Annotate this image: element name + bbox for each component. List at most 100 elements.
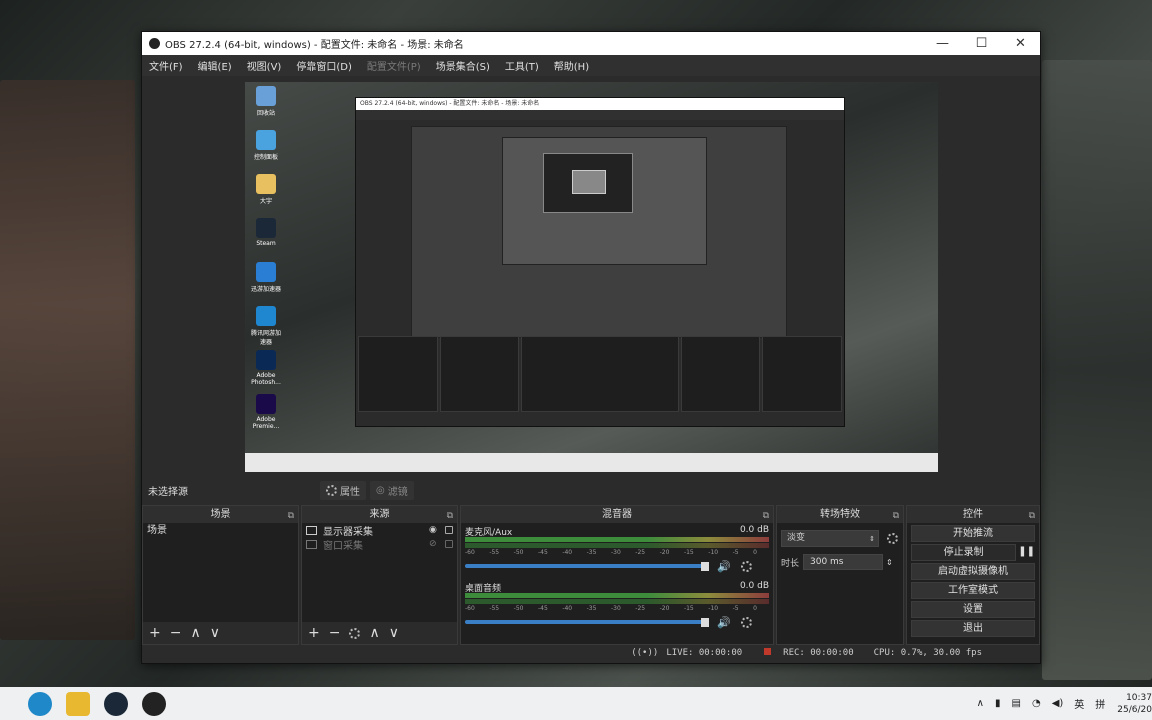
tray-chevron-icon[interactable]: ∧ xyxy=(977,698,984,709)
spin-icon[interactable]: ⇕ xyxy=(886,558,893,567)
tick-label: -50 xyxy=(513,549,524,556)
tick-label: 0 xyxy=(753,549,757,556)
popout-icon[interactable]: ⧉ xyxy=(893,508,899,525)
remove-source-button[interactable]: − xyxy=(329,626,341,640)
desktop-icon-label: 迅游加速器 xyxy=(250,286,281,293)
live-timer: LIVE: 00:00:00 xyxy=(666,648,743,658)
minimize-button[interactable]: — xyxy=(923,36,962,51)
desktop-icon-label: Adobe Photosh... xyxy=(251,372,281,386)
no-source-selected-label: 未选择源 xyxy=(148,486,188,498)
tick-label: -20 xyxy=(659,605,670,612)
tick-label: -45 xyxy=(537,549,548,556)
exit-button[interactable]: 退出 xyxy=(911,620,1035,637)
preview-area[interactable]: 回收站 控制面板 大宇 Steam 迅游加速器 腾讯网游加速器 Adobe Photosh.… xyxy=(142,76,1040,476)
menu-help[interactable]: 帮助(H) xyxy=(554,58,589,73)
move-up-button[interactable]: ∧ xyxy=(369,626,379,640)
menu-view[interactable]: 视图(V) xyxy=(247,58,282,73)
scenes-header: 场景 ⧉ xyxy=(143,506,298,523)
obs-window: OBS 27.2.4 (64-bit, windows) - 配置文件: 未命名… xyxy=(141,31,1041,664)
hidden-icon[interactable]: ⊘ xyxy=(429,539,441,549)
properties-button[interactable]: 属性 xyxy=(320,480,366,500)
close-button[interactable]: ✕ xyxy=(1001,36,1040,51)
tray-wifi-icon[interactable]: ◔ xyxy=(1032,698,1041,709)
add-scene-button[interactable]: + xyxy=(149,626,161,640)
monitor-icon xyxy=(306,525,317,535)
popout-icon[interactable]: ⧉ xyxy=(1029,508,1035,525)
scene-item[interactable]: 场景 xyxy=(143,523,298,538)
source-item[interactable]: 窗口采集 ⊘ xyxy=(302,537,457,552)
tray-mic-icon[interactable]: ▮ xyxy=(995,698,1001,709)
sources-title: 来源 xyxy=(369,509,390,520)
nested-preview-3 xyxy=(543,153,633,213)
tick-label: -20 xyxy=(659,549,670,556)
transition-select[interactable]: 淡变 ⇕ xyxy=(781,529,879,547)
channel-db: 0.0 dB xyxy=(739,581,769,591)
pause-icon[interactable]: ❚❚ xyxy=(1018,546,1035,557)
volume-meter xyxy=(465,543,769,548)
taskbar-edge-icon[interactable] xyxy=(28,691,52,716)
tray-ime-mode[interactable]: 拼 xyxy=(1095,696,1105,711)
taskbar-obs-icon[interactable] xyxy=(142,691,166,716)
menu-tools[interactable]: 工具(T) xyxy=(505,58,539,73)
menu-file[interactable]: 文件(F) xyxy=(149,58,183,73)
source-properties-gear-icon[interactable] xyxy=(349,627,361,639)
tick-label: -25 xyxy=(635,549,646,556)
tray-network-icon[interactable]: ▤ xyxy=(1012,698,1021,709)
tray-clock[interactable]: 10:37 25/6/20 xyxy=(1117,692,1152,716)
lock-icon[interactable] xyxy=(445,526,453,534)
tick-label: -5 xyxy=(732,605,739,612)
taskbar-file-explorer-icon[interactable] xyxy=(66,691,90,716)
channel-name: 麦克风/Aux xyxy=(465,528,513,538)
speaker-icon[interactable]: 🔊 xyxy=(717,616,731,629)
tray-volume-icon[interactable]: ◀) xyxy=(1052,698,1064,709)
source-item[interactable]: 显示器采集 ◉ xyxy=(302,523,457,538)
menu-edit[interactable]: 编辑(E) xyxy=(198,58,232,73)
speaker-icon[interactable]: 🔊 xyxy=(717,560,731,573)
visibility-icon[interactable]: ◉ xyxy=(429,525,441,535)
nested-obs-window: OBS 27.2.4 (64-bit, windows) - 配置文件: 未命名… xyxy=(355,97,845,427)
start-streaming-button[interactable]: 开始推流 xyxy=(911,525,1035,542)
maximize-button[interactable]: ☐ xyxy=(962,36,1001,51)
desktop-icon-label: Adobe Premie... xyxy=(252,416,280,430)
tick-label: -55 xyxy=(489,605,500,612)
desktop-icon-label: Steam xyxy=(256,240,276,247)
app-icon xyxy=(256,262,276,282)
menu-scene-collection[interactable]: 场景集合(S) xyxy=(436,58,490,73)
volume-slider[interactable]: 🔊 xyxy=(465,616,769,629)
stop-recording-button[interactable]: 停止录制 xyxy=(911,544,1017,561)
gear-icon[interactable] xyxy=(887,532,898,544)
move-down-button[interactable]: ∨ xyxy=(389,626,399,640)
settings-button[interactable]: 设置 xyxy=(911,601,1035,618)
wallpaper-structure xyxy=(1042,60,1152,680)
popout-icon[interactable]: ⧉ xyxy=(447,508,453,525)
sources-panel: 来源 ⧉ 显示器采集 ◉ 窗口采集 ⊘ + − ∧ ∨ xyxy=(301,505,458,645)
duration-input[interactable]: 300 ms xyxy=(803,554,883,570)
studio-mode-button[interactable]: 工作室模式 xyxy=(911,582,1035,599)
tick-label: -10 xyxy=(708,605,719,612)
taskbar-steam-icon[interactable] xyxy=(104,691,128,716)
gear-icon[interactable] xyxy=(740,616,752,628)
popout-icon[interactable]: ⧉ xyxy=(288,508,294,525)
properties-label: 属性 xyxy=(340,486,360,498)
desktop-icon-label: 大宇 xyxy=(259,198,272,205)
volume-slider[interactable]: 🔊 xyxy=(465,560,769,573)
menu-docks[interactable]: 停靠窗口(D) xyxy=(296,58,352,73)
app-icon xyxy=(256,130,276,150)
filters-button[interactable]: ◎ 滤镜 xyxy=(370,480,414,500)
controls-panel: 控件 ⧉ 开始推流 停止录制 ❚❚ 启动虚拟摄像机 工作室模式 设置 退出 xyxy=(906,505,1040,645)
start-virtual-camera-button[interactable]: 启动虚拟摄像机 xyxy=(911,563,1035,580)
tick-label: -30 xyxy=(610,605,621,612)
nested-preview-4 xyxy=(572,170,606,194)
menu-profile[interactable]: 配置文件(P) xyxy=(367,58,421,73)
mixer-header: 混音器 ⧉ xyxy=(461,506,773,523)
gear-icon[interactable] xyxy=(740,560,752,572)
remove-scene-button[interactable]: − xyxy=(170,626,182,640)
popout-icon[interactable]: ⧉ xyxy=(763,508,769,525)
move-up-button[interactable]: ∧ xyxy=(190,626,200,640)
add-source-button[interactable]: + xyxy=(308,626,320,640)
source-toolbar: 未选择源 属性 ◎ 滤镜 xyxy=(142,478,1040,502)
tray-ime[interactable]: 英 xyxy=(1074,696,1084,711)
move-down-button[interactable]: ∨ xyxy=(210,626,220,640)
lock-icon[interactable] xyxy=(445,540,453,548)
preview-canvas[interactable]: 回收站 控制面板 大宇 Steam 迅游加速器 腾讯网游加速器 Adobe Photosh.… xyxy=(245,82,938,472)
